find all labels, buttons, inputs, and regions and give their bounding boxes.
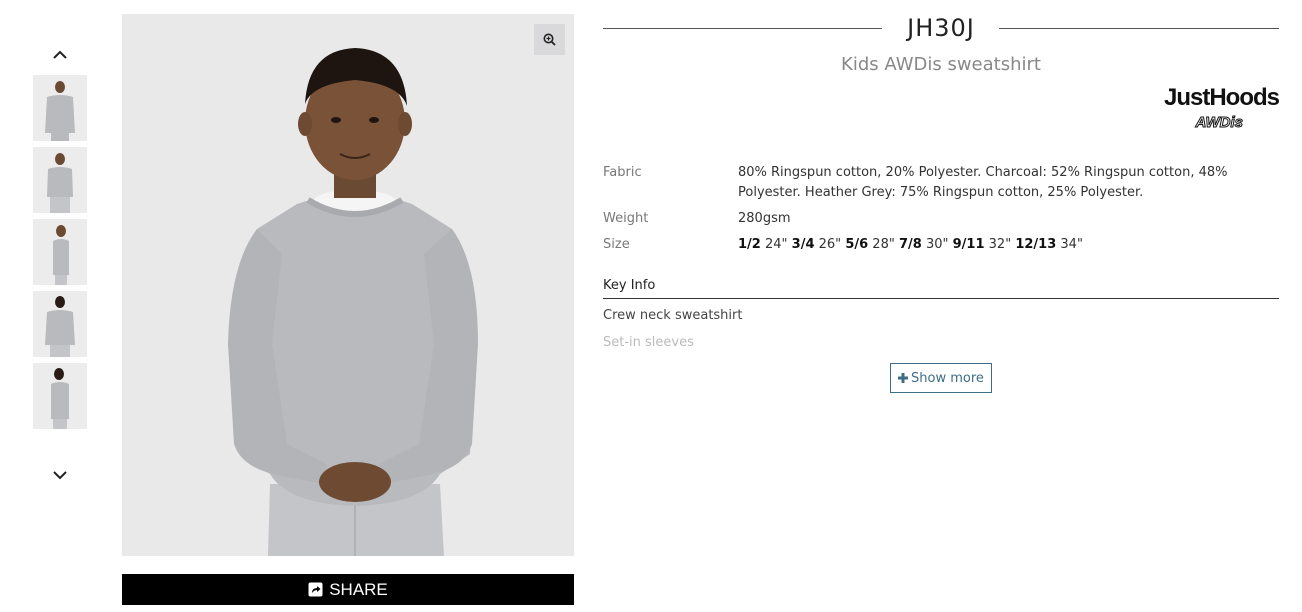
brand-logo-main: JustHoods (1163, 84, 1280, 111)
spec-row-weight: Weight 280gsm (603, 209, 1279, 229)
size-name: 9/11 (952, 237, 985, 252)
size-name: 7/8 (898, 237, 922, 252)
show-more-button[interactable]: Show more (890, 363, 992, 393)
size-measure: 34" (1060, 237, 1083, 252)
spec-table: Fabric 80% Ringspun cotton, 20% Polyeste… (603, 163, 1279, 261)
plus-icon (898, 373, 909, 383)
size-name: 5/6 (845, 237, 869, 252)
thumbnail-image (33, 147, 87, 213)
spec-label: Weight (603, 211, 649, 226)
divider (999, 28, 1279, 29)
product-photo (122, 14, 574, 556)
size-measure: 26" (818, 237, 842, 252)
product-info: JH30J Kids AWDis sweatshirt JustHoods AW… (603, 14, 1280, 393)
size-name: 3/4 (791, 237, 815, 252)
product-code-row: JH30J (603, 14, 1279, 44)
size-measure: 30" (925, 237, 949, 252)
share-button[interactable]: SHARE (122, 574, 574, 605)
thumbnail-next-button[interactable] (50, 465, 70, 485)
thumbnail-prev-button[interactable] (50, 45, 70, 65)
thumbnail-list (33, 75, 87, 435)
spec-value: 80% Ringspun cotton, 20% Polyester. Char… (738, 165, 1228, 200)
brand-logo-sub: AWDis (1195, 114, 1244, 132)
share-icon (308, 582, 323, 597)
size-measure: 28" (872, 237, 895, 252)
spec-row-fabric: Fabric 80% Ringspun cotton, 20% Polyeste… (603, 163, 1279, 203)
size-name: 12/13 (1015, 237, 1057, 252)
brand-logo: JustHoods AWDis (1137, 84, 1280, 136)
thumbnail-image (33, 219, 87, 285)
spec-value: 280gsm (738, 211, 791, 226)
spec-label: Size (603, 237, 630, 252)
feature-item: Crew neck sweatshirt (603, 308, 743, 323)
chevron-down-icon (53, 471, 67, 480)
size-measure: 24" (764, 237, 788, 252)
thumbnail-gallery (33, 40, 87, 490)
show-more-label: Show more (911, 370, 984, 386)
thumbnail-side[interactable] (33, 219, 87, 285)
spec-row-size: Size 1/2 24" 3/4 26" 5/6 28" 7/8 30" 9/1… (603, 235, 1279, 255)
thumbnail-front[interactable] (33, 75, 87, 141)
product-name: Kids AWDis sweatshirt (841, 54, 1041, 75)
thumbnail-side-2[interactable] (33, 363, 87, 429)
thumbnail-front-2[interactable] (33, 147, 87, 213)
feature-item: Set-in sleeves (603, 335, 694, 350)
thumbnail-image (33, 363, 87, 429)
zoom-in-icon (543, 33, 556, 46)
share-label: SHARE (329, 579, 388, 599)
chevron-up-icon (53, 50, 67, 59)
spec-label: Fabric (603, 165, 642, 180)
key-info-title: Key Info (603, 278, 1279, 299)
key-info-section: Key Info Crew neck sweatshirt Set-in sle… (603, 278, 1279, 353)
size-list: 1/2 24" 3/4 26" 5/6 28" 7/8 30" 9/11 32"… (738, 235, 1083, 255)
thumbnail-back[interactable] (33, 291, 87, 357)
size-measure: 32" (988, 237, 1012, 252)
main-product-image[interactable] (122, 14, 574, 556)
thumbnail-image (33, 75, 87, 141)
size-name: 1/2 (738, 237, 761, 252)
thumbnail-image (33, 291, 87, 357)
zoom-button[interactable] (534, 24, 565, 55)
